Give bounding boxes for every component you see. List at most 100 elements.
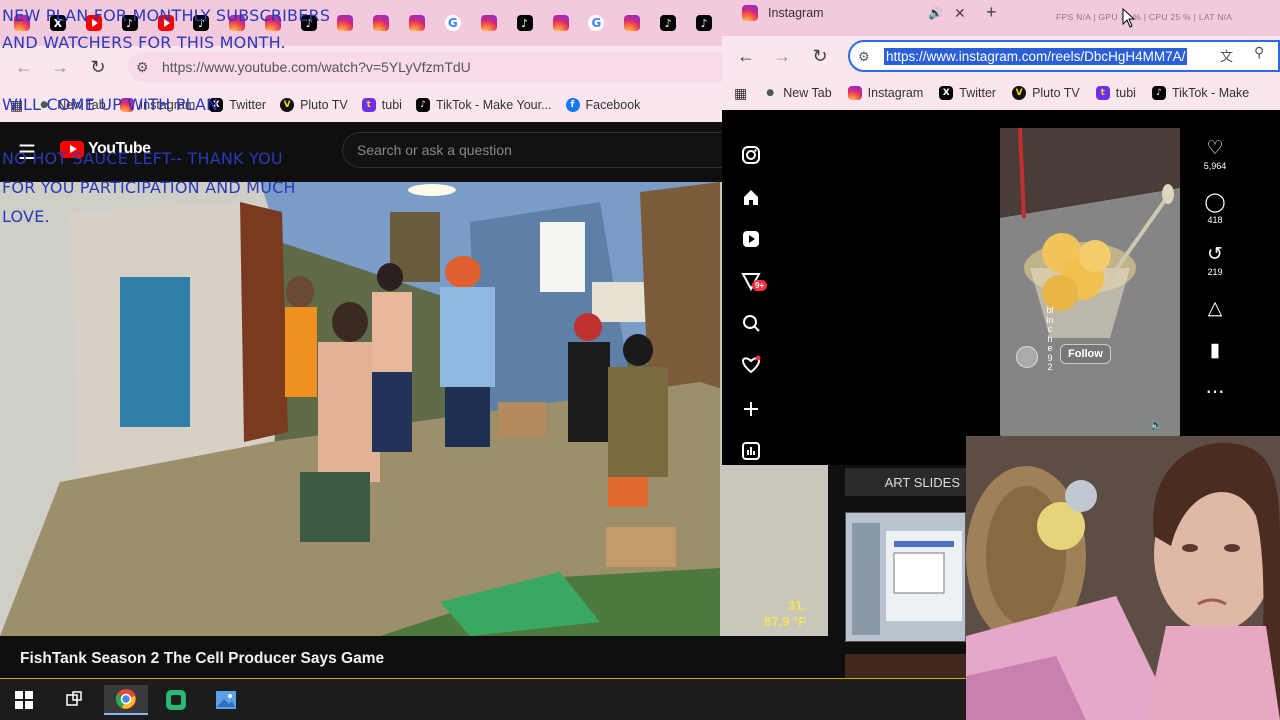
bookmark-facebook[interactable]: f Facebook	[565, 98, 641, 112]
bookmark-twitter[interactable]: X Twitter	[939, 86, 996, 100]
tab-favicon[interactable]: G	[579, 0, 615, 46]
bookmark-tiktok[interactable]: ♪ TikTok - Make Your...	[415, 98, 552, 112]
task-view-icon[interactable]	[52, 685, 96, 715]
site-settings-icon[interactable]: ⚙	[136, 59, 149, 76]
tab-favicon[interactable]: ♪	[184, 0, 220, 46]
like-button[interactable]: ♡ 5,964	[1194, 138, 1236, 171]
forward-arrow-icon[interactable]: →	[764, 36, 800, 76]
youtube-url-field[interactable]: ⚙ https://www.youtube.com/watch?v=5YLyVf…	[128, 52, 722, 82]
app-taskbar-icon[interactable]	[154, 685, 198, 715]
apps-grid-icon[interactable]: ▦	[734, 85, 747, 102]
image-viewer-taskbar-icon[interactable]	[204, 685, 248, 715]
tab-favicon[interactable]	[148, 0, 184, 46]
bookmark-new-tab[interactable]: ● New Tab	[763, 86, 832, 100]
create-plus-icon[interactable]	[740, 398, 762, 420]
mouse-cursor-icon	[1122, 8, 1136, 28]
bookmark-pluto-tv[interactable]: V Pluto TV	[1012, 86, 1080, 100]
bookmark-tiktok[interactable]: ♪ TikTok - Make	[1151, 86, 1249, 100]
tab-favicon[interactable]: G	[435, 0, 471, 46]
x-icon: X	[209, 98, 224, 112]
notifications-heart-icon[interactable]	[740, 354, 762, 376]
tab-favicon[interactable]: ♪	[507, 0, 543, 46]
youtube-address-bar-row: ← → ↻ ⚙ https://www.youtube.com/watch?v=…	[0, 46, 722, 88]
tab-favicon[interactable]	[363, 0, 399, 46]
tab-favicon[interactable]: ♪	[686, 0, 722, 46]
bookmark-label: Twitter	[959, 86, 997, 100]
hamburger-menu-icon[interactable]: ☰	[18, 140, 36, 165]
bookmark-tubi[interactable]: t tubi	[361, 98, 402, 112]
bookmark-label: Facebook	[585, 98, 641, 112]
site-settings-icon[interactable]: ⚙	[858, 49, 870, 65]
back-arrow-icon[interactable]: ←	[728, 36, 764, 76]
tab-favicon[interactable]: ♪	[650, 0, 686, 46]
zoom-icon[interactable]: ⚲	[1254, 44, 1264, 61]
tab-favicon[interactable]: ♪	[112, 0, 148, 46]
tab-favicon[interactable]: X	[40, 0, 76, 46]
follow-button[interactable]: Follow	[1060, 344, 1111, 364]
close-tab-icon[interactable]: ✕	[954, 5, 966, 22]
search-icon[interactable]	[740, 312, 762, 334]
reel-username[interactable]: blinche92	[1046, 305, 1054, 373]
instagram-url-field[interactable]: ⚙ https://www.instagram.com/reels/DbcHgH…	[848, 40, 1280, 72]
share-button[interactable]: △	[1194, 298, 1236, 320]
tab-favicon[interactable]	[471, 0, 507, 46]
instagram-url-text: https://www.instagram.com/reels/DbcHgH4M…	[884, 47, 1188, 65]
bookmark-new-tab[interactable]: ● New Tab	[37, 98, 106, 112]
tab-favicon[interactable]	[4, 0, 40, 46]
back-arrow-icon[interactable]: ←	[6, 46, 42, 88]
tab-favicon[interactable]	[543, 0, 579, 46]
tab-favicon[interactable]	[255, 0, 291, 46]
video-player[interactable]	[0, 182, 828, 636]
youtube-icon	[85, 15, 102, 31]
bookmark-instagram[interactable]: Instagram	[847, 86, 923, 100]
new-tab-button[interactable]: +	[986, 2, 997, 23]
mute-icon[interactable]: 🔈	[1150, 420, 1162, 431]
tubi-icon: t	[1095, 86, 1110, 100]
google-icon: G	[444, 15, 461, 31]
youtube-logo[interactable]: YouTube	[60, 140, 151, 158]
save-button[interactable]: ▮	[1194, 340, 1236, 362]
comment-button[interactable]: ◯ 418	[1194, 192, 1236, 225]
bookmark-twitter[interactable]: X Twitter	[209, 98, 266, 112]
reload-icon[interactable]: ↻	[80, 46, 116, 88]
dashboard-icon[interactable]	[740, 440, 762, 462]
speaker-icon[interactable]: 🔊	[928, 6, 943, 20]
tab-favicon[interactable]: ♪	[291, 0, 327, 46]
youtube-search-input[interactable]: Search or ask a question	[342, 132, 722, 168]
more-options-button[interactable]: ⋯	[1194, 382, 1236, 404]
apps-grid-icon[interactable]: ▦	[10, 97, 23, 114]
instagram-reel-video[interactable]: blinche92 Follow 🔈	[1000, 128, 1180, 436]
tab-favicon[interactable]	[399, 0, 435, 46]
recommended-title[interactable]: ART SLIDES	[845, 468, 966, 496]
webcam-feed	[966, 436, 1280, 720]
reload-icon[interactable]: ↻	[802, 36, 838, 76]
x-icon: X	[49, 15, 66, 31]
translate-icon[interactable]: 文	[1220, 46, 1233, 65]
instagram-logo-icon[interactable]	[740, 144, 762, 166]
repost-button[interactable]: ↺ 219	[1194, 244, 1236, 277]
instagram-address-bar-row: ← → ↻ ⚙ https://www.instagram.com/reels/…	[722, 36, 1280, 76]
tab-instagram[interactable]: Instagram 🔊 ✕	[730, 0, 974, 26]
bookmark-instagram[interactable]: Instagram	[119, 98, 195, 112]
home-icon[interactable]	[740, 186, 762, 208]
video-title[interactable]: FishTank Season 2 The Cell Producer Says…	[20, 650, 384, 668]
recommended-thumbnail[interactable]	[845, 654, 966, 678]
youtube-bookmarks-bar: ▦ ● New Tab Instagram X Twitter V Pluto TV …	[0, 88, 722, 122]
tab-favicon[interactable]	[614, 0, 650, 46]
reel-author-avatar[interactable]	[1016, 346, 1038, 368]
chrome-taskbar-icon[interactable]	[104, 685, 148, 715]
tab-favicon[interactable]	[219, 0, 255, 46]
performance-stats: FPS N/A | GPU 35 % | CPU 25 % | LAT N/A	[1056, 12, 1233, 22]
comment-icon: ◯	[1204, 192, 1226, 213]
bookmark-tubi[interactable]: t tubi	[1095, 86, 1136, 100]
windows-taskbar	[0, 678, 966, 720]
recommended-thumbnail[interactable]	[845, 512, 966, 642]
windows-start-icon[interactable]	[2, 685, 46, 715]
bookmark-pluto-tv[interactable]: V Pluto TV	[280, 98, 348, 112]
youtube-recommended-sidebar: ART SLIDES	[845, 468, 966, 678]
forward-arrow-icon[interactable]: →	[42, 46, 78, 88]
tab-favicon[interactable]	[76, 0, 112, 46]
reels-icon[interactable]	[740, 228, 762, 250]
temperature-readout: 31. 87.9 °F	[764, 598, 806, 630]
tab-favicon[interactable]	[327, 0, 363, 46]
